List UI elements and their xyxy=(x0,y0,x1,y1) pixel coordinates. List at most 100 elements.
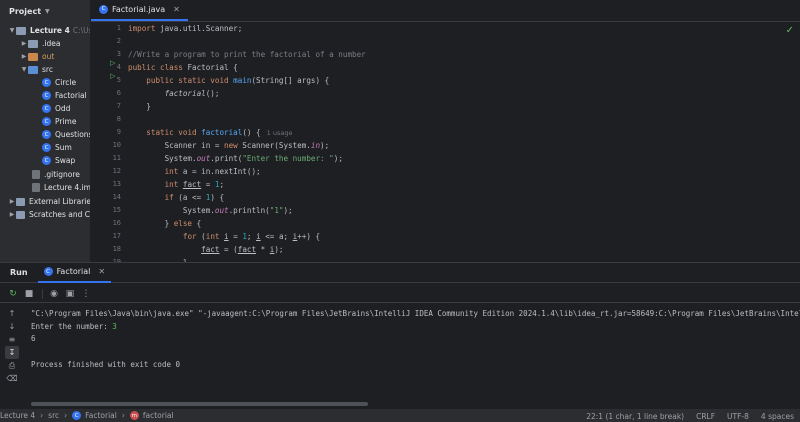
chevron-down-icon[interactable]: ▼ xyxy=(8,27,16,34)
tree-item-factorial[interactable]: C Factorial xyxy=(0,89,90,102)
run-panel: Run C Factorial ✕ ↻ ■ ◉ ▣ ⋮ ↑ ↓ ≡ ↧ ⎙ ⌫ … xyxy=(0,262,800,408)
folder-icon xyxy=(16,26,26,35)
line-number-gutter: 1234567891011121314151617181920 xyxy=(91,22,121,262)
code-line: factorial(); xyxy=(164,89,220,98)
chevron-right-icon[interactable]: ▶ xyxy=(8,198,16,205)
console-line: Process finished with exit code 0 xyxy=(31,360,181,369)
code-line: public static void main(String[] args) { xyxy=(146,76,330,85)
tree-item-label: Circle xyxy=(55,78,77,87)
soft-wrap-icon[interactable]: ≡ xyxy=(5,333,19,346)
console-line: "C:\Program Files\Java\bin\java.exe" "-j… xyxy=(31,309,800,318)
code-line: int a = in.nextInt(); xyxy=(164,167,261,176)
tree-item-label: External Libraries xyxy=(29,197,91,206)
line-number: 8 xyxy=(116,115,121,123)
chevron-down-icon[interactable]: ▼ xyxy=(20,66,28,73)
indent-setting[interactable]: 4 spaces xyxy=(761,412,794,421)
tab-label: Factorial.java xyxy=(112,4,166,14)
rerun-icon[interactable]: ↻ xyxy=(6,287,20,301)
trash-icon[interactable]: ⌫ xyxy=(5,372,19,385)
tree-item-label: Odd xyxy=(55,104,71,113)
code-line: System.out.println("1"); xyxy=(128,206,293,215)
tree-item-path: C:\Use xyxy=(72,26,90,35)
inspection-ok-icon[interactable]: ✓ xyxy=(786,25,794,36)
method-icon: m xyxy=(129,411,139,420)
code-line: public class Factorial { xyxy=(128,63,238,72)
layout-icon[interactable]: ▣ xyxy=(63,287,77,301)
breadcrumb-item[interactable]: Lecture 4 xyxy=(0,411,35,420)
code-line: System.out.print("Enter the number: "); xyxy=(128,154,343,163)
class-icon: C xyxy=(99,4,108,14)
tree-item-external-libraries[interactable]: ▶ External Libraries xyxy=(0,195,91,208)
caret-position[interactable]: 22:1 (1 char, 1 line break) xyxy=(586,412,684,421)
tree-item-root[interactable]: ▼ Lecture 4 C:\Use xyxy=(0,24,90,37)
breadcrumb-item[interactable]: src xyxy=(48,411,59,420)
class-icon: C xyxy=(42,156,51,165)
print-icon[interactable]: ⎙ xyxy=(5,359,19,372)
tree-item-iml[interactable]: Lecture 4.iml xyxy=(0,181,90,194)
line-separator[interactable]: CRLF xyxy=(696,412,715,421)
arrow-down-icon[interactable]: ↓ xyxy=(5,320,19,333)
folder-icon xyxy=(28,39,38,48)
breadcrumb-item[interactable]: C Factorial xyxy=(72,411,117,420)
tree-item-idea[interactable]: ▶ .idea xyxy=(0,37,90,50)
line-number: 3 xyxy=(116,50,121,58)
status-right: 22:1 (1 char, 1 line break) CRLF UTF-8 4… xyxy=(574,409,794,422)
console-input: 3 xyxy=(112,322,117,331)
console-output[interactable]: "C:\Program Files\Java\bin\java.exe" "-j… xyxy=(31,305,800,405)
class-icon: C xyxy=(42,130,51,139)
chevron-right-icon[interactable]: ▶ xyxy=(8,211,16,218)
code-editor[interactable]: C Factorial.java ✕ 1 2 3 4 5 6 7 8 9 10 11 12 13 14 15… xyxy=(91,0,800,262)
tab-run-factorial[interactable]: C Factorial ✕ xyxy=(37,263,112,283)
line-number: 14 xyxy=(112,193,121,201)
tab-label: Factorial xyxy=(56,267,91,276)
tree-item-label: src xyxy=(42,65,53,74)
chevron-right-icon: › xyxy=(121,411,125,420)
arrow-up-icon[interactable]: ↑ xyxy=(5,307,19,320)
tree-item-label: Scratches and Co xyxy=(29,210,91,219)
line-number: 7 xyxy=(116,102,121,110)
file-encoding[interactable]: UTF-8 xyxy=(727,412,749,421)
tree-item-scratches[interactable]: ▶ Scratches and Co xyxy=(0,208,91,221)
scroll-to-end-icon[interactable]: ↧ xyxy=(5,346,19,359)
line-number: 2 xyxy=(116,37,121,45)
camera-icon[interactable]: ◉ xyxy=(47,287,61,301)
code-line: int fact = 1; xyxy=(164,180,225,189)
tree-item-label: Swap xyxy=(55,156,76,165)
tree-item-questions[interactable]: C Questions xyxy=(0,128,90,141)
tree-item-sum[interactable]: C Sum xyxy=(0,141,90,154)
run-gutter-icon[interactable]: ▷ xyxy=(110,72,115,80)
tree-item-src[interactable]: ▼ src xyxy=(0,63,90,76)
tab-factorial-java[interactable]: C Factorial.java ✕ xyxy=(91,0,188,21)
tree-item-swap[interactable]: C Swap xyxy=(0,154,90,167)
project-panel-header[interactable]: Project ▼ xyxy=(0,0,90,22)
horizontal-scrollbar[interactable] xyxy=(31,402,368,406)
tree-item-gitignore[interactable]: .gitignore xyxy=(0,168,90,181)
class-icon: C xyxy=(42,104,51,113)
folder-icon xyxy=(28,52,38,61)
tree-item-odd[interactable]: C Odd xyxy=(0,102,90,115)
line-number: 16 xyxy=(112,219,121,227)
code-line: //Write a program to print the factorial… xyxy=(128,50,366,59)
close-icon[interactable]: ✕ xyxy=(173,5,180,14)
breadcrumb-item[interactable]: m factorial xyxy=(129,411,174,420)
code-area[interactable]: import java.util.Scanner; //Write a prog… xyxy=(128,22,788,262)
class-icon: C xyxy=(42,143,51,152)
line-number: 12 xyxy=(112,167,121,175)
tree-item-label: Lecture 4 xyxy=(30,26,70,35)
chevron-down-icon: ▼ xyxy=(45,7,50,15)
chevron-right-icon[interactable]: ▶ xyxy=(20,40,28,47)
line-number: 4 xyxy=(116,63,121,71)
tree-item-prime[interactable]: C Prime xyxy=(0,115,90,128)
stop-icon[interactable]: ■ xyxy=(22,287,36,301)
line-number: 1 xyxy=(116,24,121,32)
run-gutter-icon[interactable]: ▷ xyxy=(110,59,115,67)
run-panel-title: Run xyxy=(10,268,28,277)
chevron-right-icon[interactable]: ▶ xyxy=(20,53,28,60)
line-number: 10 xyxy=(112,141,121,149)
code-line: Scanner in = new Scanner(System.in); xyxy=(128,141,330,150)
tree-item-circle[interactable]: C Circle xyxy=(0,76,90,89)
more-icon[interactable]: ⋮ xyxy=(79,287,93,301)
usage-hint[interactable]: 1 usage xyxy=(267,129,293,137)
close-icon[interactable]: ✕ xyxy=(98,267,105,276)
tree-item-out[interactable]: ▶ out xyxy=(0,50,90,63)
